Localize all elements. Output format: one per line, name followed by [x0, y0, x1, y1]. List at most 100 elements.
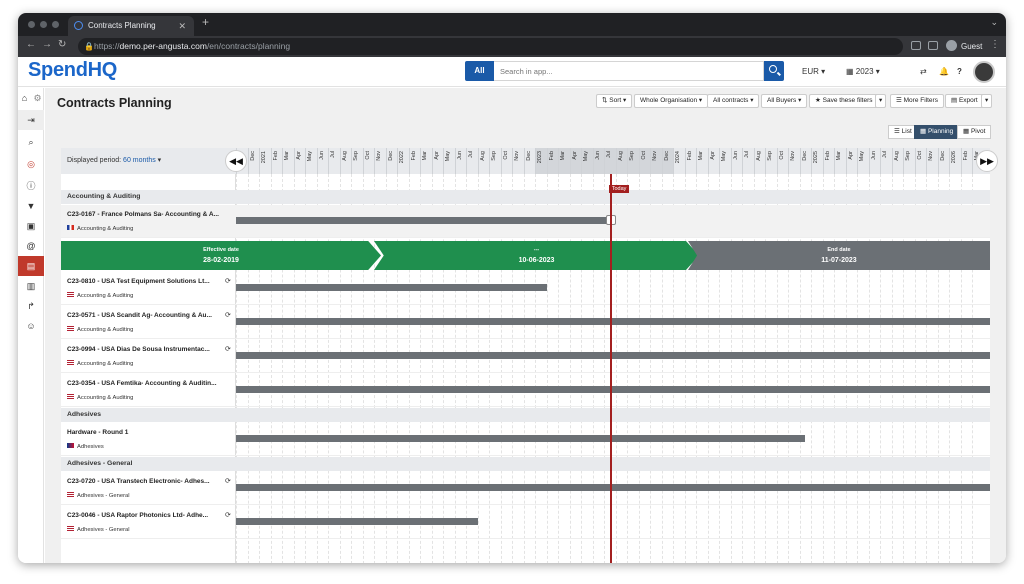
new-tab-icon[interactable]: +: [202, 15, 209, 29]
contract-name[interactable]: C23-0994 - USA Dias De Sousa Instrumenta…: [67, 346, 235, 353]
month-label-text: May: [859, 151, 865, 162]
view-pivot-button[interactable]: ▦ Pivot: [957, 125, 992, 139]
sync-icon[interactable]: ⟳: [225, 511, 231, 519]
factory-icon[interactable]: ▥: [18, 276, 44, 296]
contracts-filter[interactable]: All contracts ▾: [707, 94, 760, 108]
scroll-left-icon[interactable]: ◀◀: [225, 150, 247, 172]
contract-row[interactable]: C23-0571 - USA Scandit Ag- Accounting & …: [61, 306, 990, 339]
contract-bar[interactable]: [236, 484, 990, 491]
month-label: 2022: [397, 148, 409, 174]
search-button[interactable]: [764, 61, 784, 81]
contract-row[interactable]: C23-0046 - USA Raptor Photonics Ltd- Adh…: [61, 506, 990, 539]
month-label: Apr: [845, 148, 858, 174]
contract-name[interactable]: C23-0720 - USA Transtech Electronic- Adh…: [67, 478, 235, 485]
info-icon[interactable]: ⓘ: [18, 176, 44, 196]
scroll-right-icon[interactable]: ▶▶: [976, 150, 998, 172]
export-button[interactable]: ▤ Export: [945, 94, 984, 108]
sidebar-search-icon[interactable]: ⌕: [18, 132, 44, 152]
contract-bar[interactable]: [236, 386, 990, 393]
home-icon[interactable]: ⌂: [18, 88, 31, 108]
month-label: Jul: [466, 148, 478, 174]
contracts-icon[interactable]: ▤: [18, 256, 44, 276]
sync-icon[interactable]: ⟳: [225, 345, 231, 353]
back-icon[interactable]: ←: [26, 39, 36, 50]
month-label-text: Feb: [824, 151, 831, 161]
profile-button[interactable]: Guest: [946, 36, 982, 57]
contract-name[interactable]: C23-0354 - USA Femtika- Accounting & Aud…: [67, 380, 235, 387]
search-input[interactable]: [494, 61, 764, 81]
contract-name[interactable]: C23-0167 - France Polmans Sa- Accounting…: [67, 211, 235, 218]
spendhq-logo[interactable]: SpendHQ: [28, 59, 117, 82]
contract-bar[interactable]: [236, 284, 547, 291]
month-label-text: Aug: [341, 151, 348, 161]
contract-bar[interactable]: [236, 217, 611, 224]
currency-select[interactable]: EUR ▾: [802, 67, 825, 76]
contract-bar[interactable]: [236, 352, 990, 359]
month-label-text: Aug: [893, 151, 900, 161]
assistant-icon[interactable]: ☺: [18, 316, 44, 336]
contract-category: Accounting & Auditing: [67, 225, 133, 232]
contract-bar[interactable]: [236, 318, 990, 325]
contract-name[interactable]: C23-0571 - USA Scandit Ag- Accounting & …: [67, 312, 235, 319]
contract-row[interactable]: C23-0167 - France Polmans Sa- Accounting…: [61, 205, 990, 238]
contract-row[interactable]: C23-0354 - USA Femtika- Accounting & Aud…: [61, 374, 990, 407]
export-dropdown[interactable]: ▾: [981, 94, 993, 108]
contract-row[interactable]: Hardware - Round 1 Adhesives: [61, 423, 990, 456]
reload-icon[interactable]: ↻: [58, 39, 66, 50]
attachment-icon[interactable]: @: [18, 236, 44, 256]
buyers-filter[interactable]: All Buyers ▾: [761, 94, 808, 108]
contract-bar[interactable]: [236, 518, 478, 525]
user-avatar[interactable]: [973, 61, 995, 83]
month-label-text: Feb: [410, 151, 417, 161]
window-minimize-dot[interactable]: [40, 21, 47, 28]
sort-button[interactable]: ⇅ Sort ▾: [596, 94, 633, 108]
window-maximize-dot[interactable]: [52, 21, 59, 28]
fr-flag-icon: [67, 225, 74, 230]
address-bar[interactable]: 🔒 https://demo.per-angusta.com/en/contra…: [78, 38, 903, 55]
contract-bar[interactable]: [236, 435, 806, 442]
tab-search-icon[interactable]: ⌄: [990, 17, 998, 28]
organisation-filter[interactable]: Whole Organisation ▾: [634, 94, 709, 108]
target-icon[interactable]: ◎: [18, 154, 44, 174]
save-filters-dropdown[interactable]: ▾: [875, 94, 887, 108]
bell-icon[interactable]: 🔔: [939, 67, 949, 76]
share-icon[interactable]: ↱: [18, 296, 44, 316]
expand-sidebar-icon[interactable]: ⇥: [18, 110, 44, 130]
settings-icon[interactable]: ⚙: [31, 88, 44, 108]
year-select[interactable]: ▦ 2023 ▾: [846, 67, 880, 76]
contract-name[interactable]: C23-0046 - USA Raptor Photonics Ltd- Adh…: [67, 512, 235, 519]
folder-icon[interactable]: ▣: [18, 216, 44, 236]
window-close-dot[interactable]: [28, 21, 35, 28]
month-label: May: [719, 148, 731, 174]
contract-row[interactable]: C23-0720 - USA Transtech Electronic- Adh…: [61, 472, 990, 505]
view-planning-button[interactable]: ▦ Planning: [914, 125, 960, 139]
url-path: /en/contracts/planning: [206, 41, 291, 51]
cast-icon[interactable]: [911, 41, 921, 50]
sync-icon[interactable]: ⟳: [225, 477, 231, 485]
sync-icon[interactable]: ⟳: [225, 277, 231, 285]
month-label: Dec: [937, 148, 950, 174]
save-filters-button[interactable]: ★ Save these filters: [809, 94, 879, 108]
sync-icon[interactable]: ⟳: [225, 311, 231, 319]
month-label-text: Mar: [836, 151, 842, 161]
sidepanel-icon[interactable]: [928, 41, 938, 50]
forward-icon[interactable]: →: [42, 39, 52, 50]
contract-row[interactable]: C23-0810 - USA Test Equipment Solutions …: [61, 272, 990, 305]
help-icon[interactable]: ?: [957, 67, 962, 76]
filter-icon[interactable]: ▼: [18, 196, 44, 216]
contract-name[interactable]: Hardware - Round 1: [67, 429, 235, 436]
search-scope-button[interactable]: All: [465, 61, 494, 81]
browser-tab[interactable]: Contracts Planning ✕: [68, 16, 194, 36]
contract-name[interactable]: C23-0810 - USA Test Equipment Solutions …: [67, 278, 235, 285]
end-date-segment-date: 11-07-2023: [821, 257, 857, 264]
month-label-text: Aug: [755, 151, 762, 161]
switch-icon[interactable]: ⇄: [920, 67, 927, 76]
month-label: Jun: [316, 148, 329, 174]
contract-row[interactable]: C23-0994 - USA Dias De Sousa Instrumenta…: [61, 340, 990, 373]
month-label: Dec: [799, 148, 812, 174]
tab-close-icon[interactable]: ✕: [178, 16, 186, 36]
browser-menu-icon[interactable]: ⋮: [990, 39, 1000, 50]
month-label-text: Nov: [652, 151, 658, 161]
displayed-period[interactable]: Displayed period: 60 months ▾: [61, 148, 236, 174]
more-filters-button[interactable]: ☰ More Filters: [890, 94, 944, 108]
